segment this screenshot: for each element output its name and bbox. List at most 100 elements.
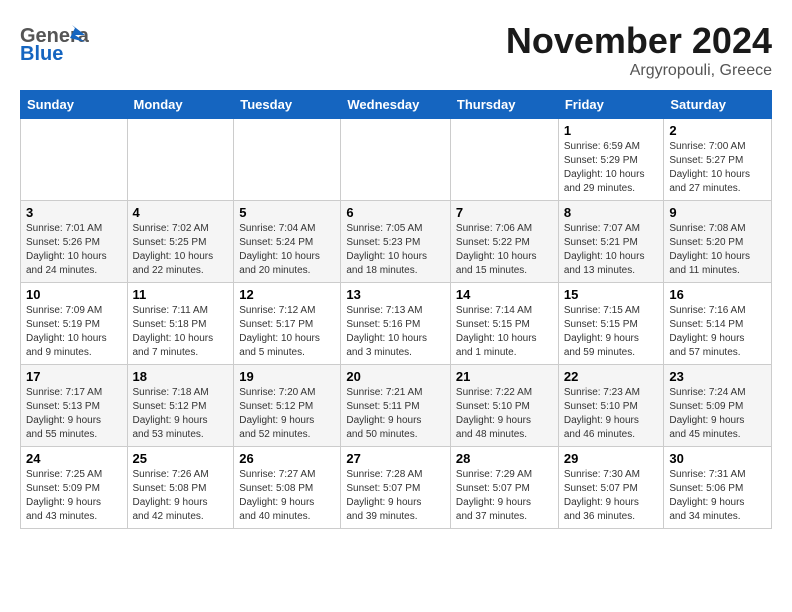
weekday-header: Wednesday: [341, 91, 451, 119]
day-number: 23: [669, 369, 766, 384]
calendar-cell: [21, 119, 128, 201]
calendar-week-row: 10 Sunrise: 7:09 AM Sunset: 5:19 PM Dayli…: [21, 283, 772, 365]
calendar-cell: 8 Sunrise: 7:07 AM Sunset: 5:21 PM Daylig…: [558, 201, 664, 283]
day-number: 4: [133, 205, 229, 220]
day-info: Sunrise: 7:07 AM Sunset: 5:21 PM Dayligh…: [564, 222, 659, 278]
day-info: Sunrise: 7:00 AM Sunset: 5:27 PM Dayligh…: [669, 140, 766, 196]
day-info: Sunrise: 7:25 AM Sunset: 5:09 PM Dayligh…: [26, 468, 122, 524]
day-number: 7: [456, 205, 553, 220]
day-number: 3: [26, 205, 122, 220]
day-number: 10: [26, 287, 122, 302]
day-info: Sunrise: 7:05 AM Sunset: 5:23 PM Dayligh…: [346, 222, 445, 278]
calendar-cell: 25 Sunrise: 7:26 AM Sunset: 5:08 PM Dayli…: [127, 447, 234, 529]
calendar-cell: 13 Sunrise: 7:13 AM Sunset: 5:16 PM Dayli…: [341, 283, 451, 365]
weekday-header: Friday: [558, 91, 664, 119]
calendar-cell: [341, 119, 451, 201]
day-info: Sunrise: 7:26 AM Sunset: 5:08 PM Dayligh…: [133, 468, 229, 524]
day-info: Sunrise: 7:12 AM Sunset: 5:17 PM Dayligh…: [239, 304, 335, 360]
calendar-cell: 15 Sunrise: 7:15 AM Sunset: 5:15 PM Dayli…: [558, 283, 664, 365]
day-number: 22: [564, 369, 659, 384]
day-info: Sunrise: 7:14 AM Sunset: 5:15 PM Dayligh…: [456, 304, 553, 360]
weekday-header: Thursday: [450, 91, 558, 119]
calendar-cell: 21 Sunrise: 7:22 AM Sunset: 5:10 PM Dayli…: [450, 365, 558, 447]
day-info: Sunrise: 7:13 AM Sunset: 5:16 PM Dayligh…: [346, 304, 445, 360]
day-number: 5: [239, 205, 335, 220]
day-number: 14: [456, 287, 553, 302]
day-info: Sunrise: 7:22 AM Sunset: 5:10 PM Dayligh…: [456, 386, 553, 442]
calendar-week-row: 1Sunrise: 6:59 AM Sunset: 5:29 PM Daylig…: [21, 119, 772, 201]
day-info: Sunrise: 7:24 AM Sunset: 5:09 PM Dayligh…: [669, 386, 766, 442]
day-number: 15: [564, 287, 659, 302]
day-info: Sunrise: 7:15 AM Sunset: 5:15 PM Dayligh…: [564, 304, 659, 360]
day-number: 29: [564, 451, 659, 466]
day-number: 27: [346, 451, 445, 466]
day-info: Sunrise: 7:08 AM Sunset: 5:20 PM Dayligh…: [669, 222, 766, 278]
calendar-cell: 6Sunrise: 7:05 AM Sunset: 5:23 PM Daylig…: [341, 201, 451, 283]
day-number: 8: [564, 205, 659, 220]
day-number: 2: [669, 123, 766, 138]
svg-text:Blue: Blue: [20, 43, 63, 65]
day-info: Sunrise: 7:09 AM Sunset: 5:19 PM Dayligh…: [26, 304, 122, 360]
calendar-cell: 23 Sunrise: 7:24 AM Sunset: 5:09 PM Dayli…: [664, 365, 772, 447]
day-number: 26: [239, 451, 335, 466]
weekday-header-row: SundayMondayTuesdayWednesdayThursdayFrid…: [21, 91, 772, 119]
day-info: Sunrise: 7:02 AM Sunset: 5:25 PM Dayligh…: [133, 222, 229, 278]
calendar-cell: 7 Sunrise: 7:06 AM Sunset: 5:22 PM Daylig…: [450, 201, 558, 283]
calendar-cell: 22 Sunrise: 7:23 AM Sunset: 5:10 PM Dayli…: [558, 365, 664, 447]
day-number: 24: [26, 451, 122, 466]
day-info: Sunrise: 7:18 AM Sunset: 5:12 PM Dayligh…: [133, 386, 229, 442]
calendar-week-row: 3Sunrise: 7:01 AM Sunset: 5:26 PM Daylig…: [21, 201, 772, 283]
day-info: Sunrise: 7:11 AM Sunset: 5:18 PM Dayligh…: [133, 304, 229, 360]
day-info: Sunrise: 7:28 AM Sunset: 5:07 PM Dayligh…: [346, 468, 445, 524]
subtitle: Argyropouli, Greece: [506, 62, 772, 80]
weekday-header: Sunday: [21, 91, 128, 119]
calendar-cell: 2 Sunrise: 7:00 AM Sunset: 5:27 PM Daylig…: [664, 119, 772, 201]
calendar-cell: 26 Sunrise: 7:27 AM Sunset: 5:08 PM Dayli…: [234, 447, 341, 529]
calendar-cell: 20Sunrise: 7:21 AM Sunset: 5:11 PM Dayli…: [341, 365, 451, 447]
calendar-cell: 14 Sunrise: 7:14 AM Sunset: 5:15 PM Dayli…: [450, 283, 558, 365]
calendar-cell: 27 Sunrise: 7:28 AM Sunset: 5:07 PM Dayli…: [341, 447, 451, 529]
day-number: 1: [564, 123, 659, 138]
calendar-cell: [234, 119, 341, 201]
calendar-cell: 1Sunrise: 6:59 AM Sunset: 5:29 PM Daylig…: [558, 119, 664, 201]
calendar-cell: 29 Sunrise: 7:30 AM Sunset: 5:07 PM Dayli…: [558, 447, 664, 529]
calendar-week-row: 24 Sunrise: 7:25 AM Sunset: 5:09 PM Dayli…: [21, 447, 772, 529]
day-number: 18: [133, 369, 229, 384]
calendar-cell: 5Sunrise: 7:04 AM Sunset: 5:24 PM Daylig…: [234, 201, 341, 283]
calendar-cell: [127, 119, 234, 201]
day-info: Sunrise: 7:27 AM Sunset: 5:08 PM Dayligh…: [239, 468, 335, 524]
day-info: Sunrise: 7:16 AM Sunset: 5:14 PM Dayligh…: [669, 304, 766, 360]
day-number: 13: [346, 287, 445, 302]
logo: General Blue: [20, 20, 90, 70]
day-info: Sunrise: 7:17 AM Sunset: 5:13 PM Dayligh…: [26, 386, 122, 442]
calendar-cell: 4 Sunrise: 7:02 AM Sunset: 5:25 PM Daylig…: [127, 201, 234, 283]
weekday-header: Tuesday: [234, 91, 341, 119]
month-title: November 2024: [506, 20, 772, 62]
calendar-cell: 16 Sunrise: 7:16 AM Sunset: 5:14 PM Dayli…: [664, 283, 772, 365]
day-number: 28: [456, 451, 553, 466]
calendar-table: SundayMondayTuesdayWednesdayThursdayFrid…: [20, 90, 772, 529]
page-header: General Blue November 2024 Argyropouli, …: [20, 20, 772, 80]
calendar-cell: 28 Sunrise: 7:29 AM Sunset: 5:07 PM Dayli…: [450, 447, 558, 529]
calendar-cell: 18 Sunrise: 7:18 AM Sunset: 5:12 PM Dayli…: [127, 365, 234, 447]
calendar-cell: 12Sunrise: 7:12 AM Sunset: 5:17 PM Dayli…: [234, 283, 341, 365]
weekday-header: Monday: [127, 91, 234, 119]
calendar-cell: 19 Sunrise: 7:20 AM Sunset: 5:12 PM Dayli…: [234, 365, 341, 447]
day-number: 25: [133, 451, 229, 466]
calendar-cell: 3Sunrise: 7:01 AM Sunset: 5:26 PM Daylig…: [21, 201, 128, 283]
calendar-cell: [450, 119, 558, 201]
day-number: 21: [456, 369, 553, 384]
day-number: 9: [669, 205, 766, 220]
calendar-cell: 24 Sunrise: 7:25 AM Sunset: 5:09 PM Dayli…: [21, 447, 128, 529]
day-number: 19: [239, 369, 335, 384]
day-number: 30: [669, 451, 766, 466]
day-info: Sunrise: 7:30 AM Sunset: 5:07 PM Dayligh…: [564, 468, 659, 524]
day-info: Sunrise: 7:06 AM Sunset: 5:22 PM Dayligh…: [456, 222, 553, 278]
day-info: Sunrise: 7:31 AM Sunset: 5:06 PM Dayligh…: [669, 468, 766, 524]
day-number: 11: [133, 287, 229, 302]
weekday-header: Saturday: [664, 91, 772, 119]
day-info: Sunrise: 7:23 AM Sunset: 5:10 PM Dayligh…: [564, 386, 659, 442]
day-info: Sunrise: 7:29 AM Sunset: 5:07 PM Dayligh…: [456, 468, 553, 524]
day-number: 16: [669, 287, 766, 302]
day-info: Sunrise: 7:20 AM Sunset: 5:12 PM Dayligh…: [239, 386, 335, 442]
